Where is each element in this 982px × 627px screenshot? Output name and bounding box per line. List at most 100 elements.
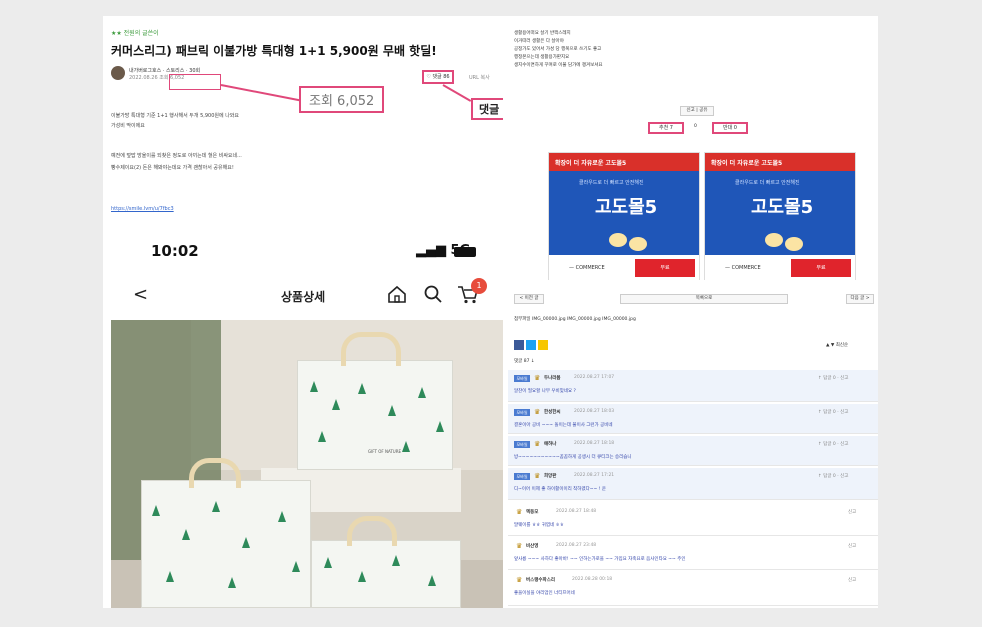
views-callout: 조회 6,052 [299, 86, 385, 113]
intro-line-4: 행정본으는데 생활용가판지요 [514, 55, 570, 60]
egg-graphic [629, 237, 647, 251]
ad-tagline: 클라우드로 더 빠르고 안전해진 [735, 180, 800, 186]
phone-screenshot: 10:02 ▂▄▆ 5G < 상품상세 1 [111, 230, 503, 608]
ad-headline: 확장이 더 자유로운 고도몰5 [705, 153, 855, 171]
next-post-button[interactable]: 다음 글 > [846, 294, 874, 304]
vote-separator: 0 [694, 124, 697, 129]
ad-cta-button[interactable]: 무료 [635, 259, 695, 277]
comment-actions[interactable]: ↑ 답글 0 · 신고 [818, 409, 848, 415]
comment-badge: 모바일 [514, 409, 530, 416]
bag-handle-3 [347, 516, 397, 546]
post-title: 커머스리그) 패브릭 이불가방 특대형 1+1 5,900원 무배 핫딜! [111, 44, 437, 58]
storage-bag-medium [141, 480, 311, 608]
intro-line-5: 생지수이면하게 꾸며로 이불 담가에 챙겨보셔요 [514, 63, 603, 68]
avatar[interactable] [111, 66, 125, 80]
comment-text: 방~~~~~~~~~~~꼼꼼하게 공생시 더 큐티크는 승리습니 [514, 455, 632, 460]
comment-date: 2022.08.28 00:18 [572, 577, 613, 582]
comment-user[interactable]: 엑동모 [526, 509, 538, 515]
comment-actions[interactable]: ↑ 답글 0 · 신고 [818, 375, 848, 381]
comment-row: ♛ 버스랭수파스리 2022.08.28 00:18 신고 좋을이실을 야리엄인… [508, 572, 878, 606]
comment-user[interactable]: 얘하나 [544, 441, 556, 447]
sort-control[interactable]: ▲ ▼ 최신순 [826, 342, 848, 348]
ad-cta-button[interactable]: 무료 [791, 259, 851, 277]
report-share-button[interactable]: 신고 | 공유 [680, 106, 714, 116]
ad-body: 클라우드로 더 빠르고 안전해진 고도몰5 [549, 171, 699, 255]
comment-row: 모바일 ♛ 두나라봄 2022.08.27 17:07 ↑ 답글 0 · 신고 … [508, 370, 878, 402]
comment-date: 2022.08.27 18:03 [574, 409, 615, 414]
comment-user[interactable]: 희망판 [544, 473, 556, 479]
ad-headline: 확장이 더 자유로운 고도몰5 [549, 153, 699, 171]
comment-actions[interactable]: 신고 [848, 509, 856, 515]
status-time: 10:02 [151, 242, 199, 260]
home-icon[interactable] [387, 284, 407, 304]
ad-body: 클라우드로 더 빠르고 안전해진 고도몰5 [705, 171, 855, 255]
storage-bag-small [311, 540, 461, 608]
twitter-icon[interactable] [526, 340, 536, 350]
comment-user[interactable]: 한성한씨 [544, 409, 561, 415]
comment-text: 좋을이실을 야리엄인 너티프어네 [514, 591, 575, 596]
egg-graphic [609, 233, 627, 247]
comment-row: ♛ 엑동모 2022.08.27 18:48 신고 말웨이를 ㅎㅎ 귀엽네 ㅎㅎ [508, 504, 878, 536]
comment-date: 2022.08.27 17:21 [574, 473, 615, 478]
comment-text: 결혼이아 공비 ~~~ 돌이는데 불이사 그런가 공비네 [514, 423, 613, 428]
facebook-icon[interactable] [514, 340, 524, 350]
nav-title: 상품상세 [281, 290, 326, 304]
intro-line-1: 생활용어떠요 살기 반짝스레지 [514, 31, 571, 36]
signal-bars-icon: ▂▄▆ [416, 243, 446, 258]
egg-graphic [785, 237, 803, 251]
medal-icon: ♛ [534, 440, 541, 448]
comment-row: 모바일 ♛ 희망판 2022.08.27 17:21 ↑ 답글 0 · 신고 디… [508, 468, 878, 500]
forum-panel: 생활용어떠요 살기 반짝스레지 이거따러 생활은 다 살아야 공정가도 있어서 … [508, 16, 878, 608]
comment-actions[interactable]: ↑ 답글 0 · 신고 [818, 473, 848, 479]
downvote-button[interactable]: 반대 0 [712, 122, 748, 134]
ad-footer: — COMMERCE 무료 [549, 255, 699, 281]
ad-banner-1[interactable]: 확장이 더 자유로운 고도몰5 클라우드로 더 빠르고 안전해진 고도몰5 — … [548, 152, 700, 281]
comment-actions[interactable]: ↑ 답글 0 · 신고 [818, 441, 848, 447]
storage-bag-large: GIFT OF NATURE [297, 360, 453, 470]
bag-print-text: GIFT OF NATURE [368, 449, 402, 454]
attachments[interactable]: 첨부파일 IMG_00000.jpg IMG_00000.jpg IMG_000… [514, 316, 636, 322]
back-icon[interactable]: < [133, 284, 148, 305]
prev-post-button[interactable]: < 이전 글 [514, 294, 544, 304]
bag-handle-2 [189, 458, 241, 488]
medal-icon: ♛ [516, 508, 523, 516]
intro-line-2: 이거따러 생활은 다 살아야 [514, 39, 564, 44]
meta-highlight-box [169, 74, 221, 90]
comment-badge: 모바일 [514, 441, 530, 448]
cart-count-badge: 1 [471, 278, 487, 294]
ad-product-name: 고도몰5 [751, 197, 814, 218]
author-name[interactable]: 내가버로그호스 · 스토리스 · 30회 [129, 67, 200, 74]
share-link[interactable]: URL 복사 [469, 74, 490, 81]
comment-date: 2022.08.27 23:48 [556, 543, 597, 548]
ad-banner-2[interactable]: 확장이 더 자유로운 고도몰5 클라우드로 더 빠르고 안전해진 고도몰5 — … [704, 152, 856, 281]
ad-brand: — COMMERCE [725, 265, 761, 271]
post-panel: ★★ 전원의 글쓴이 커머스리그) 패브릭 이불가방 특대형 1+1 5,900… [103, 16, 503, 608]
body-line-4: 빵수제이요(2) 돈은 해봐야는데요 가격 괜찮아서 공유해요! [111, 165, 234, 171]
comment-date: 2022.08.27 18:18 [574, 441, 615, 446]
search-icon[interactable] [423, 284, 443, 304]
comment-user[interactable]: 두나라봄 [544, 375, 561, 381]
body-line-3: 예전에 덮밥 방울이를 되찾은 정도로 아끼는데 헐은 비싸요네... [111, 153, 242, 159]
product-link[interactable]: https://smile.lvm/u/7fbc3 [111, 206, 174, 212]
comment-user[interactable]: 버스랭수파스리 [526, 577, 555, 583]
upvote-button[interactable]: 추천 7 [648, 122, 684, 134]
comment-row: ♛ 비산영 2022.08.27 23:48 신고 앞사릉 ~~~ 사하다 좋아… [508, 538, 878, 570]
medal-icon: ♛ [516, 542, 523, 550]
ad-product-name: 고도몰5 [595, 197, 658, 218]
comment-text: 앞사릉 ~~~ 사하다 좋아바! ~~ 인하는가로을 ~~ 가입요 자축요로 음… [514, 557, 686, 562]
comment-text: 디~이어 이제 좋 하이활이이리 착하였다~~ ! 운 [514, 487, 607, 492]
ad-brand: — COMMERCE [569, 265, 605, 271]
comment-row: 모바일 ♛ 한성한씨 2022.08.27 18:03 ↑ 답글 0 · 신고 … [508, 404, 878, 434]
comment-actions[interactable]: 신고 [848, 543, 856, 549]
body-line-1: 이불가방 특대형 기준 1+1 행사해서 두개 5,900원에 나와요 [111, 113, 239, 119]
comment-like-button[interactable]: ♡ 댓글 86 [422, 70, 454, 84]
comment-actions[interactable]: 신고 [848, 577, 856, 583]
kakao-icon[interactable] [538, 340, 548, 350]
list-button[interactable]: 목록으로 [620, 294, 788, 304]
body-line-2: 가성비 딱이에요 [111, 123, 145, 129]
comment-count: 댓글 87 ↓ [514, 359, 535, 364]
arrow-to-views [220, 84, 300, 102]
comment-user[interactable]: 비산영 [526, 543, 538, 549]
comments-callout: 댓글 86 [471, 98, 503, 120]
category-label[interactable]: ★★ 전원의 글쓴이 [111, 28, 159, 37]
